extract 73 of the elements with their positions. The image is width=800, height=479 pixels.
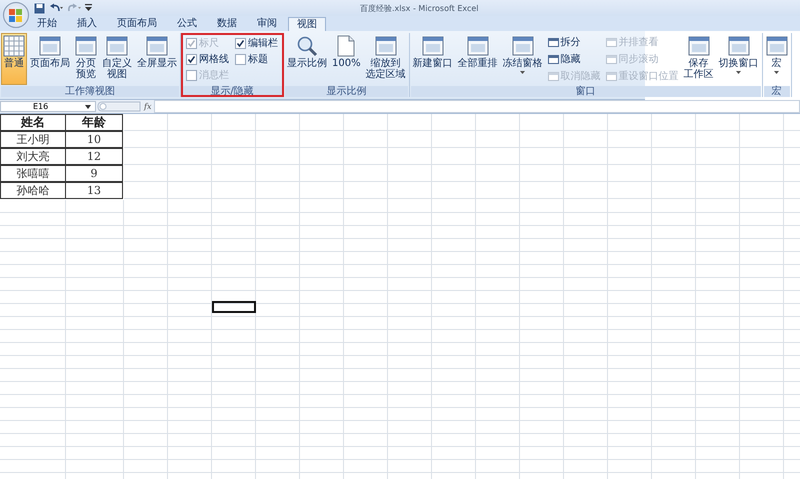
ribbon-button[interactable]: 显示比例	[285, 33, 329, 85]
ribbon-button[interactable]: 页面布局	[28, 33, 72, 85]
table-cell: 10	[65, 131, 123, 148]
ribbon-button[interactable]: 保存 工作区	[682, 33, 716, 85]
grid-icon	[3, 35, 25, 57]
group-label: 显示/隐藏	[182, 86, 282, 97]
formula-field[interactable]	[154, 100, 800, 113]
table-cell: 王小明	[0, 131, 66, 148]
ribbon-button[interactable]: 冻结窗格	[500, 33, 545, 85]
table-cell: 13	[65, 182, 123, 199]
office-logo-icon	[7, 6, 25, 24]
ribbon-tab[interactable]: 插入	[68, 17, 106, 31]
window-icon	[422, 35, 444, 57]
page-icon	[337, 35, 356, 57]
ribbon-button[interactable]: 全屏显示	[135, 33, 179, 85]
window-icon	[688, 35, 710, 57]
window-icon	[512, 35, 534, 57]
ribbon-small-button[interactable]: 隐藏	[546, 52, 603, 66]
ribbon-small-button[interactable]: 拆分	[546, 35, 603, 49]
group-label: 宏	[764, 86, 790, 97]
window-icon	[766, 35, 788, 57]
table-header-cell: 姓名	[0, 114, 66, 131]
checkbox[interactable]: 标题	[235, 52, 278, 66]
checkbox[interactable]: 编辑栏	[235, 36, 278, 50]
save-icon[interactable]	[34, 2, 45, 14]
table-cell: 9	[65, 165, 123, 182]
ribbon-tab[interactable]: 数据	[208, 17, 246, 31]
window-icon	[728, 35, 750, 57]
ribbon-button[interactable]: 切换窗口	[716, 33, 761, 85]
name-box[interactable]: E16	[0, 101, 96, 112]
slider-grip-icon[interactable]	[97, 101, 141, 112]
table-cell: 12	[65, 148, 123, 165]
ribbon-button[interactable]: 缩放到 选定区域	[364, 33, 408, 85]
window-icon	[39, 35, 61, 57]
window-icon	[606, 72, 617, 80]
insert-function-button[interactable]: fx	[144, 102, 152, 111]
ribbon-button[interactable]: 宏	[764, 33, 790, 85]
window-icon	[548, 54, 559, 64]
ribbon-tab[interactable]: 公式	[168, 17, 206, 31]
magnifier-icon	[296, 35, 318, 57]
window-icon	[466, 35, 489, 57]
ribbon-button[interactable]: 100%	[330, 33, 363, 85]
window-icon	[374, 35, 397, 57]
ribbon-button[interactable]: 新建窗口	[410, 33, 455, 85]
checkmark-icon	[236, 38, 245, 48]
ribbon-tab[interactable]: 开始	[28, 17, 66, 31]
ribbon-button[interactable]: 普通	[1, 33, 27, 85]
group-label: 窗口	[410, 86, 761, 97]
group-label: 工作簿视图	[1, 86, 179, 97]
window-icon	[548, 72, 559, 80]
cell-cursor	[212, 301, 256, 313]
ribbon-button[interactable]: 分页 预览	[73, 33, 99, 85]
window-icon	[548, 38, 559, 46]
office-button[interactable]	[3, 2, 29, 28]
ribbon-tab[interactable]: 页面布局	[108, 17, 166, 31]
undo-icon[interactable]	[49, 2, 63, 14]
checkbox[interactable]: 网格线	[186, 52, 229, 66]
window-icon	[146, 35, 168, 57]
table-cell: 孙哈哈	[0, 182, 66, 199]
window-icon	[106, 35, 128, 57]
ribbon-tab[interactable]: 视图	[288, 17, 326, 31]
ribbon-button[interactable]: 全部重排	[456, 33, 500, 85]
window-icon	[606, 38, 617, 46]
customize-icon[interactable]	[85, 4, 92, 12]
window-title: 百度经验.xlsx - Microsoft Excel	[360, 2, 479, 14]
table-cell: 张嘻嘻	[0, 165, 66, 182]
group-label: 显示比例	[285, 86, 408, 97]
ribbon-tab[interactable]: 审阅	[248, 17, 286, 31]
table-cell: 刘大亮	[0, 148, 66, 165]
table-header-cell: 年龄	[65, 114, 123, 131]
ribbon-button[interactable]: 自定义 视图	[100, 33, 134, 85]
window-icon	[75, 35, 97, 57]
window-icon	[606, 54, 617, 64]
